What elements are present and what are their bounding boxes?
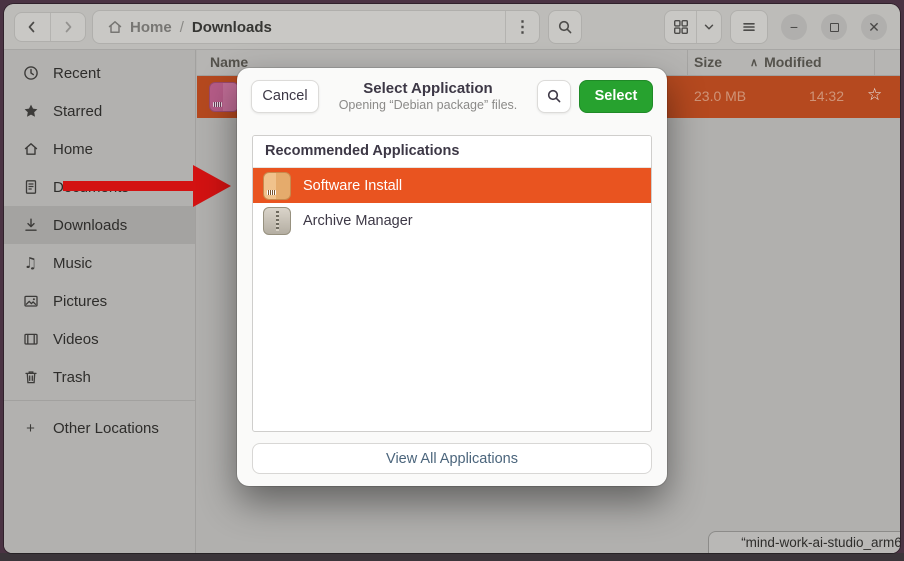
dialog-subtitle: Opening “Debian package” files.: [327, 98, 529, 112]
desktop-strip: [0, 553, 904, 561]
picture-icon: [22, 293, 39, 309]
sidebar-item-videos[interactable]: Videos: [4, 320, 195, 358]
back-button[interactable]: [15, 13, 50, 41]
column-divider: [874, 50, 875, 75]
column-header-modified[interactable]: ∧ Modified: [750, 54, 822, 70]
sidebar-item-label: Pictures: [53, 293, 107, 310]
sidebar-item-label: Downloads: [53, 217, 127, 234]
download-icon: [22, 217, 39, 233]
maximize-button[interactable]: [821, 14, 847, 40]
view-toggle: [664, 10, 722, 44]
sidebar-item-label: Videos: [53, 331, 99, 348]
dialog-title: Select Application: [327, 80, 529, 97]
breadcrumb-home-label: Home: [130, 19, 172, 36]
file-modified: 14:32: [750, 88, 844, 104]
film-icon: [22, 331, 39, 347]
application-list: Recommended Applications Software Instal…: [252, 135, 652, 432]
titlebar: Home / Downloads ⋮: [4, 4, 900, 50]
status-text: “mind-work-ai-studio_arm64.deb” selected…: [741, 535, 900, 550]
dialog-search-button[interactable]: [537, 80, 571, 113]
path-menu-button[interactable]: ⋮: [505, 11, 539, 43]
home-icon: [107, 19, 123, 35]
select-button[interactable]: Select: [579, 80, 653, 113]
app-row-software-install[interactable]: Software Install: [253, 168, 651, 203]
app-name: Software Install: [303, 178, 402, 194]
sidebar-item-starred[interactable]: Starred: [4, 92, 195, 130]
document-icon: [22, 179, 39, 195]
breadcrumb-path: Home / Downloads: [93, 19, 505, 36]
maximize-icon: [830, 23, 839, 32]
sidebar-item-downloads[interactable]: Downloads: [4, 206, 195, 244]
dialog-titlebox: Select Application Opening “Debian packa…: [327, 80, 529, 112]
arrow-head: [193, 165, 231, 207]
select-application-dialog: Cancel Select Application Opening “Debia…: [237, 68, 667, 486]
clock-icon: [22, 65, 39, 81]
chevron-down-icon: [702, 20, 716, 34]
view-all-applications-button[interactable]: View All Applications: [252, 443, 652, 474]
hamburger-icon: [741, 19, 757, 35]
close-icon: ✕: [868, 20, 880, 34]
breadcrumb-current[interactable]: Downloads: [192, 19, 272, 36]
app-row-archive-manager[interactable]: Archive Manager: [253, 203, 651, 238]
column-header-size[interactable]: Size: [694, 54, 722, 70]
file-size: 23.0 MB: [694, 88, 746, 104]
home-icon: [22, 141, 39, 157]
view-options-button[interactable]: [697, 11, 721, 43]
column-header-modified-label: Modified: [764, 54, 822, 70]
search-icon: [557, 19, 573, 35]
search-button[interactable]: [548, 10, 582, 44]
app-name: Archive Manager: [303, 213, 413, 229]
main-menu-button[interactable]: [730, 10, 768, 44]
software-install-icon: [263, 172, 291, 200]
grid-view-button[interactable]: [665, 11, 697, 43]
sidebar-item-pictures[interactable]: Pictures: [4, 282, 195, 320]
sidebar-separator: [4, 400, 195, 401]
breadcrumb-home[interactable]: Home: [107, 19, 172, 36]
kebab-icon: ⋮: [515, 17, 531, 37]
column-divider: [687, 50, 688, 75]
breadcrumb-separator: /: [180, 19, 184, 36]
sidebar-item-music[interactable]: ♫ Music: [4, 244, 195, 282]
history-nav: [14, 12, 86, 42]
minimize-button[interactable]: −: [781, 14, 807, 40]
sidebar-item-other-locations[interactable]: + Other Locations: [4, 409, 195, 447]
star-outline-icon[interactable]: ☆: [867, 85, 882, 105]
chevron-left-icon: [24, 19, 40, 35]
sidebar-item-recent[interactable]: Recent: [4, 54, 195, 92]
grid-view-icon: [673, 19, 689, 35]
plus-icon: +: [22, 420, 39, 437]
arrow-shaft: [63, 181, 194, 191]
sidebar: Recent Starred Home Documents Downloads …: [4, 50, 196, 553]
section-header: Recommended Applications: [253, 136, 651, 168]
sidebar-item-label: Starred: [53, 103, 102, 120]
minimize-icon: −: [790, 20, 798, 34]
screenshot-canvas: Home / Downloads ⋮: [0, 0, 904, 561]
sidebar-item-label: Recent: [53, 65, 101, 82]
sort-ascending-icon: ∧: [750, 56, 758, 69]
forward-button[interactable]: [50, 13, 86, 41]
sidebar-item-label: Trash: [53, 369, 91, 386]
chevron-right-icon: [60, 19, 76, 35]
deb-package-icon: [209, 82, 239, 112]
sidebar-item-trash[interactable]: Trash: [4, 358, 195, 396]
dialog-header: Cancel Select Application Opening “Debia…: [237, 68, 667, 124]
sidebar-item-home[interactable]: Home: [4, 130, 195, 168]
search-icon: [546, 88, 562, 104]
status-bar: “mind-work-ai-studio_arm64.deb” selected…: [708, 531, 900, 553]
cancel-button[interactable]: Cancel: [251, 80, 319, 113]
sidebar-item-label: Other Locations: [53, 420, 159, 437]
trash-icon: [22, 369, 39, 385]
sidebar-item-label: Home: [53, 141, 93, 158]
sidebar-item-label: Music: [53, 255, 92, 272]
archive-manager-icon: [263, 207, 291, 235]
breadcrumb: Home / Downloads ⋮: [92, 10, 540, 44]
music-note-icon: ♫: [22, 256, 39, 271]
close-button[interactable]: ✕: [861, 14, 887, 40]
star-icon: [22, 103, 39, 119]
